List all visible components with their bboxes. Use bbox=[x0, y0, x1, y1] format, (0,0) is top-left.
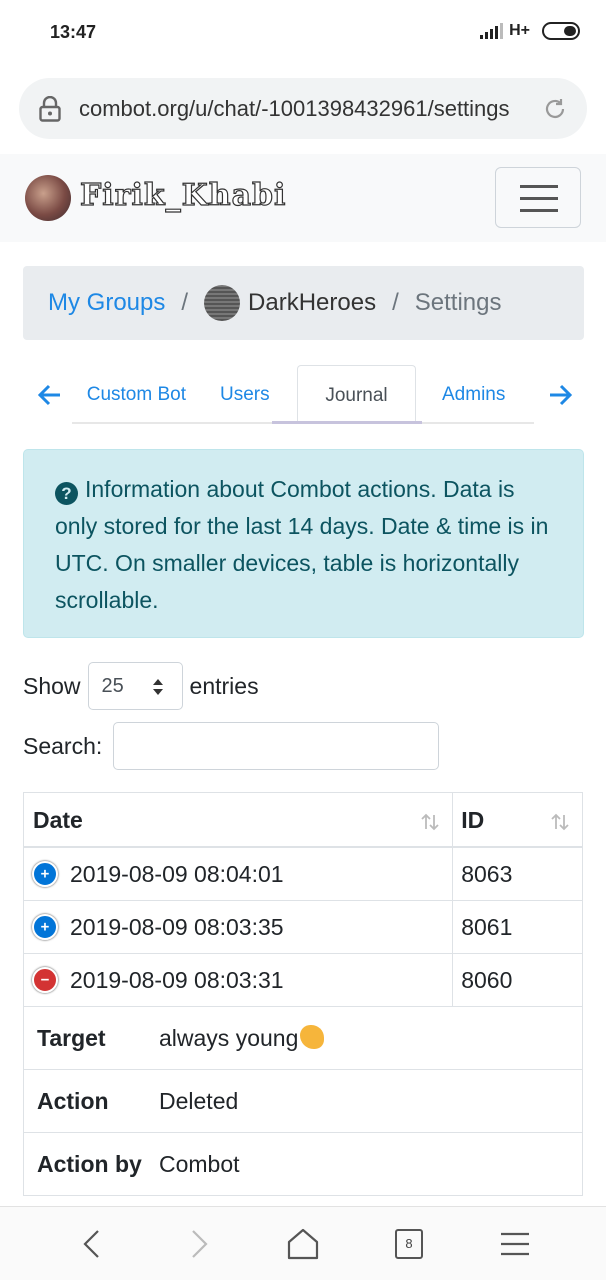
cell-id: 8060 bbox=[461, 966, 513, 993]
battery-icon bbox=[542, 22, 580, 40]
arrow-left-icon[interactable] bbox=[36, 381, 64, 409]
cell-date: + 2019-08-09 08:03:35 bbox=[24, 901, 454, 953]
breadcrumb-current: Settings bbox=[414, 289, 502, 316]
table-row[interactable]: − 2019-08-09 08:03:31 8060 bbox=[24, 954, 582, 1007]
forward-icon[interactable] bbox=[182, 1227, 216, 1261]
breadcrumb-group[interactable]: DarkHeroes bbox=[248, 289, 376, 317]
breadcrumb-separator: / bbox=[181, 289, 189, 316]
status-bar: 13:47 H+ bbox=[0, 0, 606, 64]
breadcrumb-separator: / bbox=[392, 289, 399, 316]
tabs-count-button[interactable]: 8 bbox=[395, 1229, 423, 1259]
cell-id: 8061 bbox=[461, 913, 513, 940]
detail-row-action: Action Deleted bbox=[24, 1070, 582, 1133]
tab-users[interactable]: Users bbox=[220, 384, 270, 406]
expand-icon[interactable]: + bbox=[32, 861, 58, 887]
column-header-id[interactable]: ID bbox=[453, 793, 582, 846]
status-time: 13:47 bbox=[50, 22, 97, 42]
sort-icon bbox=[551, 813, 569, 831]
username[interactable]: Firik_Khabi bbox=[79, 177, 286, 213]
detail-value: Deleted bbox=[159, 1087, 239, 1114]
arrow-right-icon[interactable] bbox=[546, 381, 574, 409]
detail-label: Target bbox=[37, 1024, 106, 1051]
table-row[interactable]: + 2019-08-09 08:04:01 8063 bbox=[24, 848, 582, 901]
sort-icon bbox=[421, 813, 439, 831]
back-icon[interactable] bbox=[75, 1227, 109, 1261]
user-avatar[interactable] bbox=[25, 175, 71, 221]
entries-label: entries bbox=[189, 672, 259, 699]
date-text: 2019-08-09 08:03:31 bbox=[70, 966, 284, 993]
search-control: Search: bbox=[23, 722, 440, 770]
tab-custom-bot[interactable]: Custom Bot bbox=[68, 384, 186, 406]
network-type: H+ bbox=[509, 22, 530, 39]
tab-admins[interactable]: Admins bbox=[442, 384, 505, 406]
reload-icon[interactable] bbox=[543, 97, 567, 121]
breadcrumb-my-groups[interactable]: My Groups bbox=[48, 289, 165, 317]
tab-journal[interactable]: Journal bbox=[297, 365, 416, 423]
date-text: 2019-08-09 08:04:01 bbox=[70, 860, 284, 887]
hand-emoji-icon bbox=[300, 1024, 325, 1049]
search-input[interactable] bbox=[113, 722, 440, 770]
column-header-date-label: Date bbox=[33, 807, 83, 833]
question-icon: ? bbox=[55, 482, 78, 505]
entries-select-value: 25 bbox=[101, 675, 124, 697]
detail-value: always young bbox=[159, 1024, 325, 1052]
column-header-id-label: ID bbox=[461, 807, 485, 833]
show-label: Show bbox=[23, 672, 81, 699]
group-avatar bbox=[204, 285, 241, 321]
detail-value: Combot bbox=[159, 1150, 240, 1177]
browser-bottom-nav: 8 bbox=[0, 1206, 606, 1280]
home-icon[interactable] bbox=[286, 1227, 320, 1261]
search-label: Search: bbox=[23, 732, 103, 759]
collapse-icon[interactable]: − bbox=[32, 967, 58, 993]
info-alert: ? Information about Combot actions. Data … bbox=[23, 449, 584, 638]
address-bar[interactable]: combot.org/u/chat/-1001398432961/setting… bbox=[19, 78, 587, 139]
table-header: Date ID bbox=[24, 793, 582, 848]
cell-date: + 2019-08-09 08:04:01 bbox=[24, 848, 454, 900]
status-indicators: H+ bbox=[480, 22, 580, 40]
breadcrumb: My Groups / DarkHeroes / Settings bbox=[23, 266, 584, 340]
cell-date: − 2019-08-09 08:03:31 bbox=[24, 954, 454, 1006]
detail-value-text: always young bbox=[159, 1024, 299, 1051]
site-navbar: Firik_Khabi bbox=[0, 154, 606, 242]
expand-icon[interactable]: + bbox=[32, 914, 58, 940]
entries-select[interactable]: 25 bbox=[87, 662, 183, 710]
detail-row-target: Target always young bbox=[24, 1007, 582, 1070]
journal-table: Date ID + 2019-08-09 08:04:01 8063 + 201… bbox=[23, 792, 583, 1196]
signal-icon bbox=[480, 23, 504, 39]
info-text: Information about Combot actions. Data i… bbox=[55, 476, 549, 613]
menu-icon[interactable] bbox=[498, 1227, 532, 1261]
detail-label: Action by bbox=[37, 1150, 142, 1177]
date-text: 2019-08-09 08:03:35 bbox=[70, 913, 284, 940]
settings-tabs: Custom Bot Users Journal Admins bbox=[0, 364, 606, 426]
detail-row-action-by: Action by Combot bbox=[24, 1133, 582, 1196]
column-header-date[interactable]: Date bbox=[24, 793, 454, 846]
select-arrows-icon bbox=[152, 679, 163, 695]
url-text[interactable]: combot.org/u/chat/-1001398432961/setting… bbox=[79, 96, 531, 122]
table-row[interactable]: + 2019-08-09 08:03:35 8061 bbox=[24, 901, 582, 954]
lock-icon bbox=[39, 96, 61, 122]
tab-active-indicator bbox=[272, 421, 422, 424]
cell-id: 8063 bbox=[461, 860, 513, 887]
menu-toggle-button[interactable] bbox=[495, 167, 581, 228]
entries-control: Show 25 entries bbox=[23, 662, 259, 710]
detail-label: Action bbox=[37, 1087, 109, 1114]
